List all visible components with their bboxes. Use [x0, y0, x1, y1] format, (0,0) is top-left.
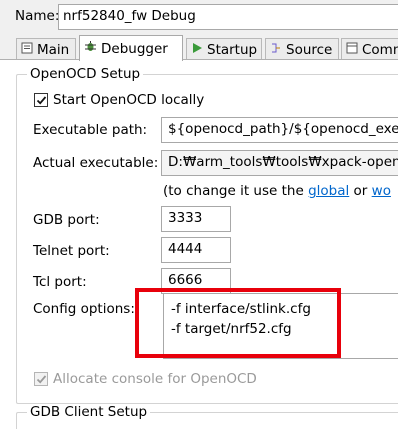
- debugger-icon: [84, 40, 97, 57]
- tab-startup[interactable]: Startup: [186, 38, 262, 60]
- tab-debugger[interactable]: Debugger: [79, 35, 183, 61]
- tcl-port-input[interactable]: 6666: [161, 268, 231, 294]
- tab-bar: Main Debugger Startup Source Comm: [0, 34, 398, 61]
- start-openocd-label: Start OpenOCD locally: [53, 92, 205, 108]
- tab-main[interactable]: Main: [16, 38, 76, 60]
- global-link[interactable]: global: [308, 183, 349, 199]
- telnet-port-label: Telnet port:: [33, 243, 110, 259]
- allocate-console-label: Allocate console for OpenOCD: [53, 371, 257, 387]
- change-hint: (to change it use the global or wo: [163, 183, 391, 199]
- name-input[interactable]: nrf52840_fw Debug: [58, 4, 398, 30]
- tab-common-label: Comm: [362, 41, 398, 58]
- config-options-label: Config options:: [33, 301, 135, 317]
- executable-path-input[interactable]: ${openocd_path}/${openocd_execu: [161, 117, 398, 143]
- tcl-port-label: Tcl port:: [33, 274, 87, 290]
- checkmark-icon: [36, 374, 46, 384]
- change-hint-prefix: (to change it use the: [163, 183, 309, 199]
- gdb-client-group-title: GDB Client Setup: [27, 404, 151, 420]
- tab-common[interactable]: Comm: [341, 38, 398, 60]
- tab-source-label: Source: [286, 41, 333, 58]
- source-icon: [270, 42, 282, 58]
- tab-source[interactable]: Source: [265, 38, 339, 60]
- telnet-port-input[interactable]: 4444: [161, 237, 231, 263]
- change-hint-mid: or: [349, 183, 372, 199]
- common-icon: [346, 42, 358, 58]
- startup-icon: [191, 42, 203, 58]
- start-openocd-checkbox[interactable]: [34, 93, 48, 107]
- allocate-console-checkbox[interactable]: [34, 372, 48, 386]
- name-label: Name:: [15, 8, 60, 24]
- gdb-port-input[interactable]: 3333: [161, 206, 231, 232]
- gdb-port-label: GDB port:: [33, 212, 100, 228]
- config-options-textarea[interactable]: -f interface/stlink.cfg -f target/nrf52.…: [163, 293, 398, 359]
- tab-debugger-label: Debugger: [101, 40, 168, 57]
- checkmark-icon: [36, 95, 46, 105]
- executable-path-label: Executable path:: [33, 122, 148, 138]
- tab-main-label: Main: [37, 41, 70, 58]
- actual-executable-label: Actual executable:: [33, 155, 159, 171]
- actual-executable-field: D:₩arm_tools₩tools₩xpack-openo: [161, 150, 398, 176]
- main-icon: [21, 42, 33, 58]
- tab-startup-label: Startup: [207, 41, 258, 58]
- workspace-link[interactable]: wo: [372, 183, 391, 199]
- openocd-group-title: OpenOCD Setup: [27, 66, 144, 82]
